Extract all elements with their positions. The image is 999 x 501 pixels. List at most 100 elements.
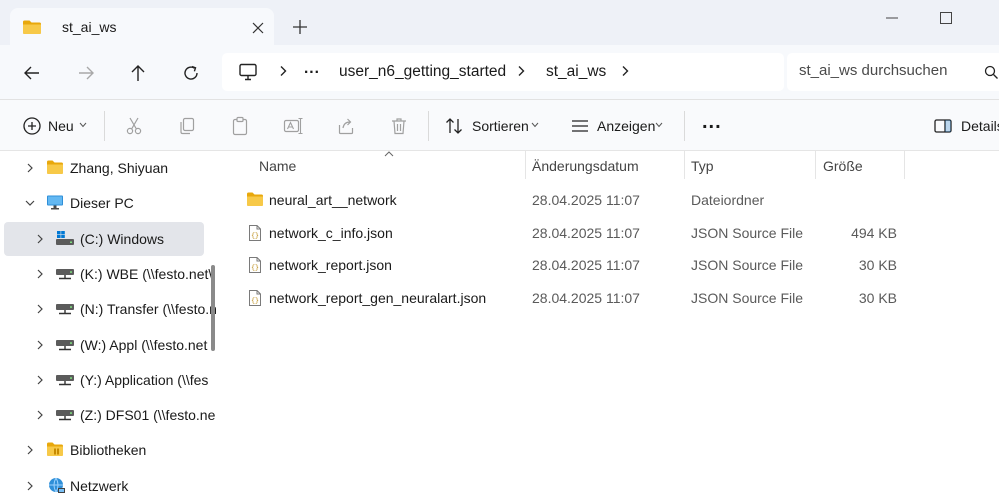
chevron-down-icon xyxy=(531,122,539,128)
sidebar-item[interactable]: Netzwerk xyxy=(4,469,204,501)
close-icon[interactable] xyxy=(250,20,266,36)
sidebar-item-label: (Y:) Application (\\fes xyxy=(80,371,209,388)
view-button[interactable]: Anzeigen xyxy=(566,100,670,152)
folder-icon xyxy=(46,159,64,175)
file-type: Dateiordner xyxy=(691,192,765,208)
svg-text:{}: {} xyxy=(251,265,259,272)
sidebar-item[interactable]: (W:) Appl (\\festo.net xyxy=(4,328,208,362)
sidebar-item[interactable]: (Z:) DFS01 (\\festo.ne xyxy=(4,398,215,432)
view-label: Anzeigen xyxy=(597,118,656,134)
chevron-right-icon[interactable] xyxy=(34,374,46,386)
maximize-icon[interactable] xyxy=(938,10,954,26)
computer-icon[interactable] xyxy=(238,63,258,81)
file-name: neural_art__network xyxy=(269,192,397,208)
column-divider[interactable] xyxy=(684,151,685,179)
file-type: JSON Source File xyxy=(691,224,804,241)
file-name: network_report_gen_neuralart.json xyxy=(269,290,487,307)
breadcrumb-st-ai-ws[interactable]: st_ai_ws xyxy=(546,63,606,81)
table-row[interactable]: neural_art__network 28.04.2025 11:07 Datei… xyxy=(240,185,920,215)
details-pane-icon xyxy=(933,116,953,136)
chevron-right-icon[interactable] xyxy=(34,303,46,315)
sidebar-item-label: (W:) Appl (\\festo.net xyxy=(80,336,208,353)
file-type: JSON Source File xyxy=(691,290,804,307)
breadcrumb-user-n6-getting-started[interactable]: user_n6_getting_started xyxy=(339,63,506,81)
chevron-down-icon[interactable] xyxy=(24,197,36,209)
file-date: 28.04.2025 11:07 xyxy=(532,192,640,208)
refresh-icon[interactable] xyxy=(181,63,201,83)
network-drive-icon xyxy=(55,371,74,387)
file-size: 494 KB xyxy=(851,224,897,241)
chevron-right-icon[interactable] xyxy=(618,64,632,78)
network-drive-icon xyxy=(55,265,74,281)
file-name: network_c_info.json xyxy=(269,224,393,241)
sidebar-item-label: Dieser PC xyxy=(70,195,134,212)
view-icon xyxy=(570,116,590,136)
chevron-right-icon[interactable] xyxy=(24,480,36,492)
sort-button[interactable]: Sortieren xyxy=(440,100,546,152)
sidebar-item[interactable]: (C:) Windows xyxy=(4,221,204,256)
sidebar-item[interactable]: (Y:) Application (\\fes xyxy=(4,363,208,397)
sidebar-item[interactable]: (K:) WBE (\\festo.net\ xyxy=(4,257,212,291)
svg-text:{}: {} xyxy=(251,297,259,304)
chevron-right-icon[interactable] xyxy=(34,339,46,351)
minimize-icon[interactable] xyxy=(884,10,900,26)
file-type: JSON Source File xyxy=(691,257,804,274)
file-date: 28.04.2025 11:07 xyxy=(532,224,640,241)
column-header-type[interactable]: Typ xyxy=(691,158,714,174)
plus-icon[interactable] xyxy=(291,18,309,36)
sort-label: Sortieren xyxy=(472,118,529,134)
paste-icon[interactable] xyxy=(230,116,250,136)
table-row[interactable]: {} network_report.json 28.04.2025 11:07 JSO… xyxy=(240,250,920,280)
command-bar: Neu Sortieren Anzeigen ... Detail xyxy=(0,99,999,151)
sidebar-item-label: (C:) Windows xyxy=(80,230,165,247)
up-arrow-icon[interactable] xyxy=(128,63,148,83)
breadcrumb-overflow[interactable]: ... xyxy=(304,60,320,78)
sidebar-item[interactable]: Zhang, Shiyuan xyxy=(4,151,204,185)
chevron-down-icon xyxy=(655,122,663,128)
column-header-name[interactable]: Name xyxy=(259,158,296,174)
tab-st-ai-ws[interactable]: st_ai_ws xyxy=(10,8,274,48)
cut-icon[interactable] xyxy=(124,116,144,136)
forward-arrow-icon[interactable] xyxy=(76,63,96,83)
column-divider[interactable] xyxy=(904,151,905,179)
sidebar-item[interactable]: Bibliotheken xyxy=(4,433,204,467)
column-header-size[interactable]: Größe xyxy=(823,158,863,174)
chevron-right-icon[interactable] xyxy=(34,409,46,421)
chevron-right-icon[interactable] xyxy=(34,233,46,245)
folder-icon xyxy=(246,191,264,209)
json-file-icon: {} xyxy=(246,289,264,307)
chevron-right-icon[interactable] xyxy=(24,162,36,174)
search-input[interactable] xyxy=(799,62,969,79)
share-icon[interactable] xyxy=(336,116,356,136)
new-plus-icon xyxy=(22,116,42,136)
sidebar-item-label: (N:) Transfer (\\festo.n xyxy=(80,301,217,318)
rename-icon[interactable] xyxy=(283,116,303,136)
more-icon[interactable]: ... xyxy=(702,111,722,134)
table-row[interactable]: {} network_c_info.json 28.04.2025 11:07 JSO… xyxy=(240,218,920,248)
file-size: 30 KB xyxy=(858,290,897,307)
new-label: Neu xyxy=(48,118,74,134)
back-arrow-icon[interactable] xyxy=(22,63,42,83)
delete-icon[interactable] xyxy=(389,116,409,136)
sidebar-item[interactable]: Dieser PC xyxy=(4,186,204,220)
details-button[interactable]: Details xyxy=(926,100,999,152)
chevron-right-icon[interactable] xyxy=(276,64,290,78)
column-divider[interactable] xyxy=(815,151,816,179)
search-icon[interactable] xyxy=(984,65,998,79)
column-divider[interactable] xyxy=(525,151,526,179)
address-bar[interactable]: ... user_n6_getting_started st_ai_ws xyxy=(222,53,784,91)
chevron-right-icon[interactable] xyxy=(514,64,528,78)
library-folder-icon xyxy=(46,441,64,457)
chevron-right-icon[interactable] xyxy=(24,444,36,456)
sidebar-item-label: Zhang, Shiyuan xyxy=(70,160,169,176)
table-row[interactable]: {} network_report_gen_neuralart.json 28.04… xyxy=(240,283,920,313)
sidebar-item[interactable]: (N:) Transfer (\\festo.n xyxy=(4,292,217,326)
new-button[interactable]: Neu xyxy=(14,100,96,152)
toolbar-divider xyxy=(684,111,685,141)
search-box xyxy=(787,53,999,91)
details-label: Details xyxy=(961,118,999,134)
sidebar-scrollbar[interactable] xyxy=(211,265,215,351)
chevron-right-icon[interactable] xyxy=(34,268,46,280)
column-header-date[interactable]: Änderungsdatum xyxy=(532,158,639,174)
copy-icon[interactable] xyxy=(177,116,197,136)
